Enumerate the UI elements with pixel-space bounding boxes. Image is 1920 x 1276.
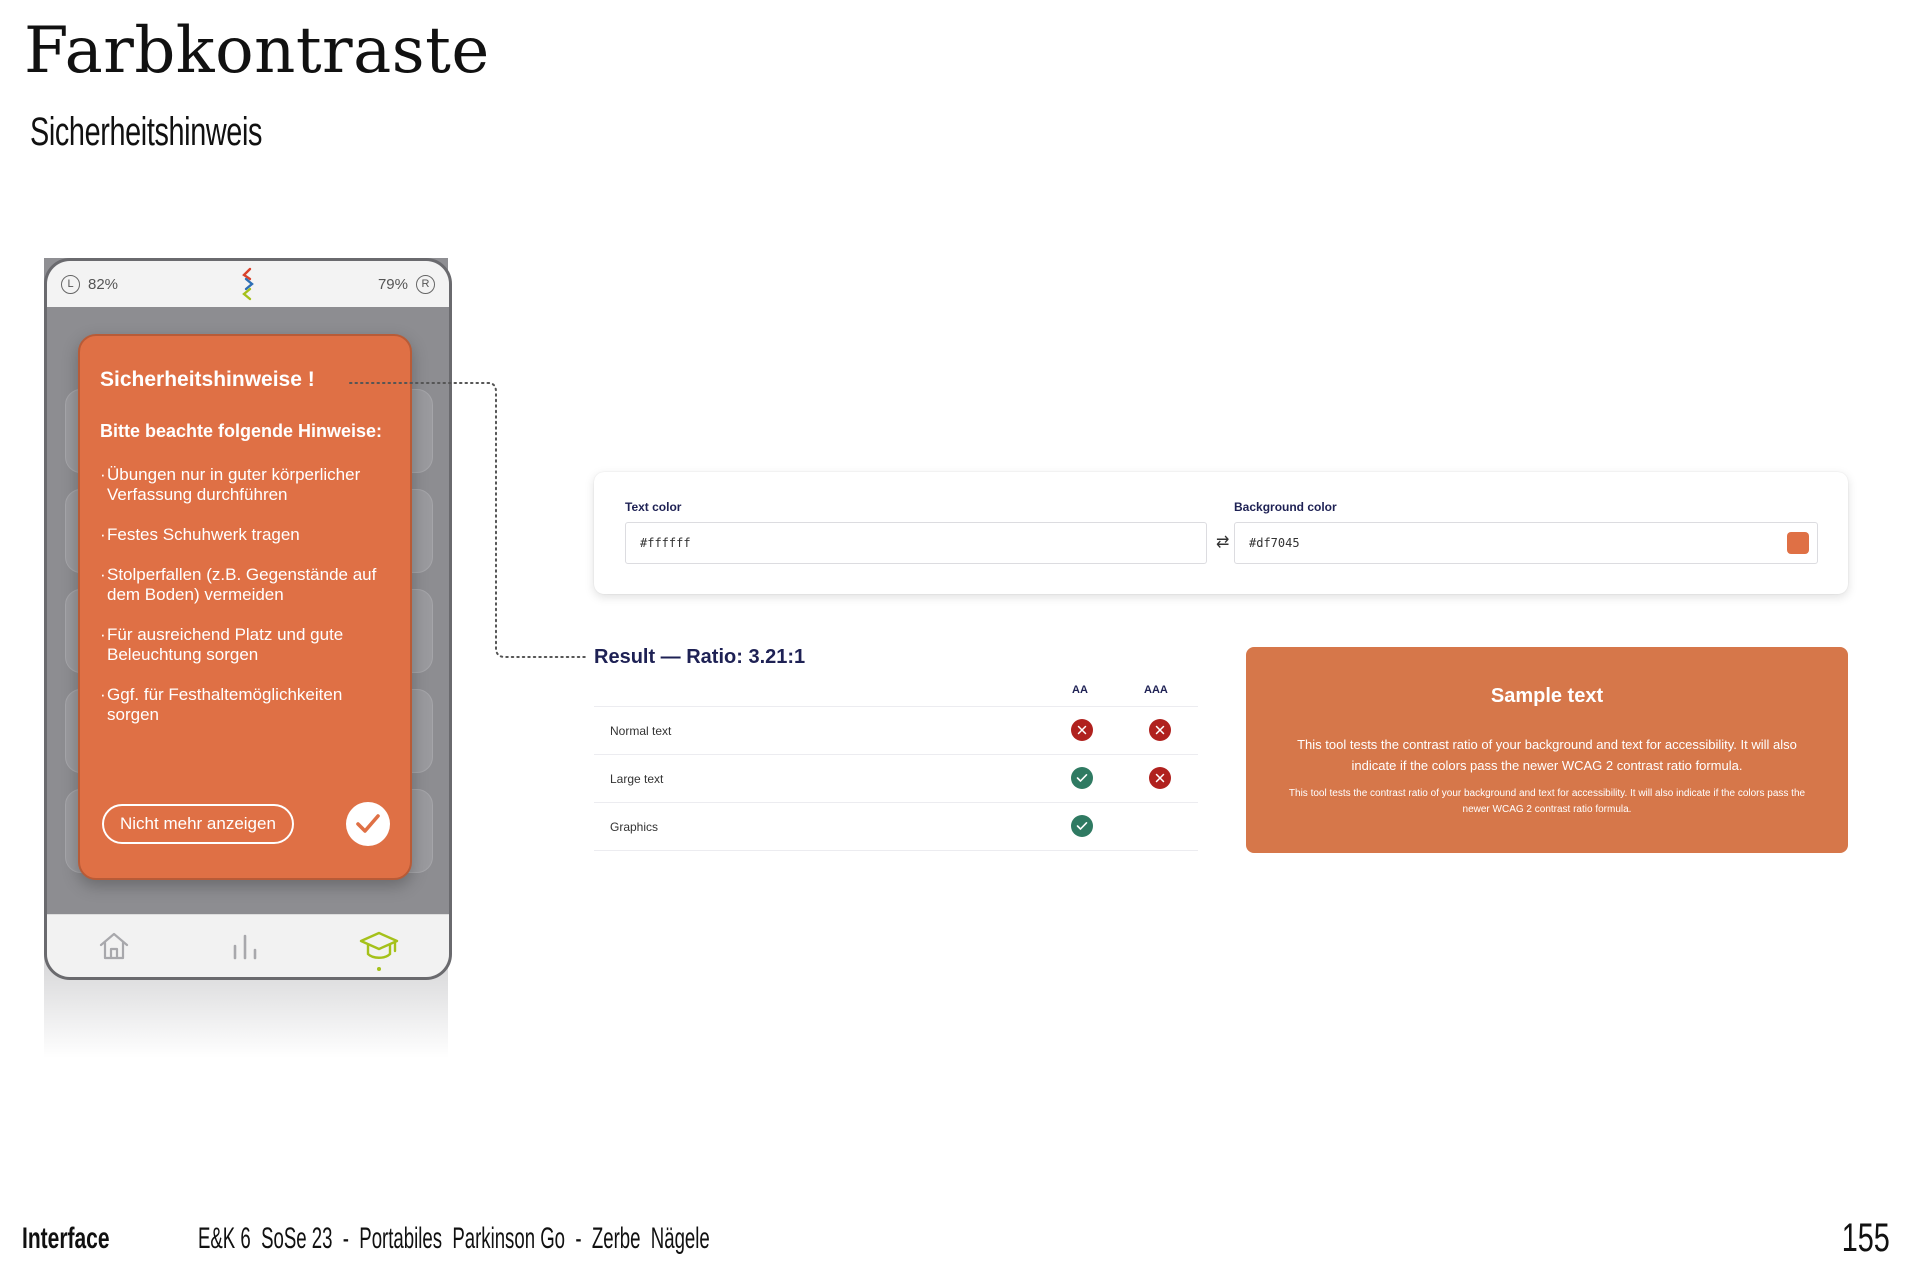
bottom-navigation bbox=[47, 914, 449, 977]
text-color-label: Text color bbox=[625, 500, 682, 514]
modal-title: Sicherheitshinweise ! bbox=[100, 368, 315, 391]
column-aaa: AAA bbox=[1144, 684, 1168, 696]
right-insole-icon: R bbox=[416, 274, 435, 294]
pass-icon bbox=[1071, 767, 1093, 789]
checkmark-icon bbox=[356, 814, 380, 833]
dont-show-again-button[interactable]: Nicht mehr anzeigen bbox=[102, 804, 294, 844]
chart-icon[interactable] bbox=[230, 930, 260, 962]
graduation-cap-icon[interactable] bbox=[359, 929, 399, 963]
list-item: Ggf. für Festhaltemöglichkeiten sorgen bbox=[100, 685, 390, 725]
list-item: Für ausreichend Platz und gute Beleuchtu… bbox=[100, 625, 390, 665]
status-bar: L 82% 79% R bbox=[47, 261, 449, 307]
row-label: Large text bbox=[610, 772, 664, 786]
sample-large-text: This tool tests the contrast ratio of yo… bbox=[1297, 737, 1797, 773]
fail-icon bbox=[1149, 767, 1171, 789]
confirm-button[interactable] bbox=[346, 802, 390, 846]
page-subtitle: Sicherheitshinweis bbox=[30, 110, 263, 154]
table-row: Graphics bbox=[594, 802, 1198, 851]
footer-meta: E&K 6 SoSe 23 - Portabiles Parkinson Go … bbox=[198, 1222, 710, 1255]
page-number: 155 bbox=[1841, 1216, 1890, 1260]
list-item: Übungen nur in guter körperlicher Verfas… bbox=[100, 465, 390, 505]
result-table: AA AAA Normal text Large text Graphics bbox=[594, 676, 1198, 851]
background-color-label: Background color bbox=[1234, 500, 1337, 514]
fail-icon bbox=[1071, 719, 1093, 741]
active-tab-indicator bbox=[377, 967, 381, 971]
left-insole-status: L 82% bbox=[61, 274, 119, 294]
color-input-card: Text color #ffffff ⇄ Background color #d… bbox=[594, 472, 1848, 594]
modal-footer: Nicht mehr anzeigen bbox=[102, 802, 390, 846]
app-logo-icon bbox=[242, 267, 254, 301]
sample-preview: Sample text This tool tests the contrast… bbox=[1246, 647, 1848, 853]
sample-small-text: This tool tests the contrast ratio of yo… bbox=[1288, 788, 1806, 815]
swap-colors-icon[interactable]: ⇄ bbox=[1216, 532, 1229, 552]
table-row: Normal text bbox=[594, 706, 1198, 754]
left-battery-level: 82% bbox=[88, 275, 119, 293]
table-row: Large text bbox=[594, 754, 1198, 802]
row-label: Normal text bbox=[610, 724, 672, 738]
color-swatch[interactable] bbox=[1787, 532, 1809, 554]
left-insole-icon: L bbox=[61, 274, 80, 294]
footer-section: Interface bbox=[22, 1222, 110, 1255]
safety-list: Übungen nur in guter körperlicher Verfas… bbox=[100, 465, 390, 725]
modal-intro: Bitte beachte folgende Hinweise: bbox=[100, 421, 383, 441]
sample-heading: Sample text bbox=[1490, 685, 1604, 707]
row-label: Graphics bbox=[610, 820, 659, 834]
background-color-value: #df7045 bbox=[1249, 536, 1300, 550]
page-title: Farbkontraste bbox=[24, 14, 490, 88]
pass-icon bbox=[1071, 815, 1093, 837]
safety-notice-modal: Sicherheitshinweise ! Bitte beachte folg… bbox=[78, 334, 412, 880]
result-header: AA AAA bbox=[594, 676, 1198, 706]
home-icon[interactable] bbox=[97, 930, 131, 962]
text-color-input[interactable]: #ffffff bbox=[625, 522, 1207, 564]
list-item: Festes Schuhwerk tragen bbox=[100, 525, 390, 545]
result-title: Result — Ratio: 3.21:1 bbox=[594, 646, 806, 668]
right-insole-status: 79% R bbox=[377, 274, 435, 294]
list-item: Stolperfallen (z.B. Gegenstände auf dem … bbox=[100, 565, 390, 605]
fail-icon bbox=[1149, 719, 1171, 741]
text-color-value: #ffffff bbox=[640, 536, 691, 550]
column-aa: AA bbox=[1072, 684, 1088, 696]
background-color-input[interactable]: #df7045 bbox=[1234, 522, 1818, 564]
right-battery-level: 79% bbox=[377, 275, 408, 293]
